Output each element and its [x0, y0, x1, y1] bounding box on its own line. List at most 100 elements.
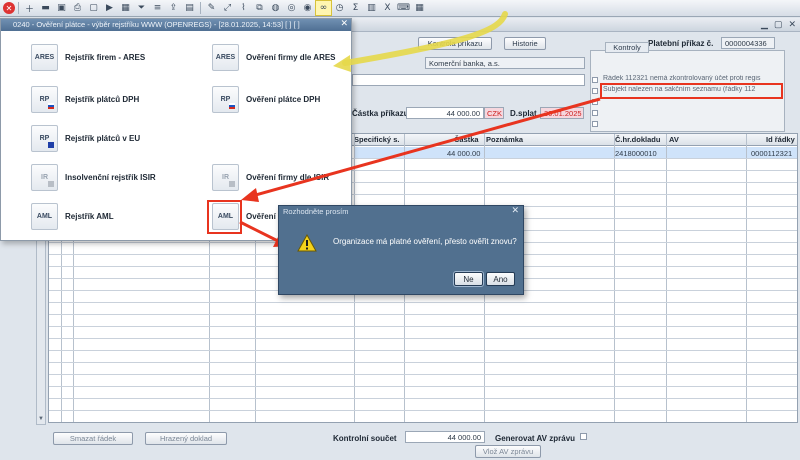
globe-icon[interactable]: ◍ [268, 1, 283, 15]
platebni-prikaz-label: Platební příkaz č. [648, 39, 714, 48]
description-field[interactable] [352, 74, 585, 86]
hrazeny-doklad-button[interactable]: Hrazený doklad [145, 432, 227, 445]
save-icon[interactable]: ▣ [54, 1, 69, 15]
col-id-radky[interactable]: Id řádky [766, 135, 795, 144]
scroll-down-icon[interactable]: ▼ [37, 415, 45, 423]
rejstrik-aml-label: Rejstřík AML [65, 211, 114, 221]
kontrola-checkbox-1[interactable] [592, 77, 598, 83]
platebni-prikaz-field[interactable]: 0000004336 [721, 37, 775, 49]
grid-row-line [49, 350, 797, 351]
report-icon[interactable]: ▤ [182, 1, 197, 15]
smazat-radek-button[interactable]: Smazat řádek [53, 432, 133, 445]
window-icon[interactable]: ⧉ [252, 1, 267, 15]
cell-id-radky[interactable]: 0000112321 [751, 149, 792, 158]
grid-row-line [49, 338, 797, 339]
rejstrik-ares-label: Rejstřík firem - ARES [65, 52, 146, 62]
grid-icon[interactable]: ▦ [412, 1, 427, 15]
cell-castka[interactable]: 44 000.00 [447, 149, 480, 158]
no-button[interactable]: Ne [453, 271, 484, 287]
rejstrik-eu-label: Rejstřík plátců v EU [65, 133, 141, 143]
compass-icon[interactable]: ◎ [284, 1, 299, 15]
minimize-icon[interactable]: ▁ [761, 19, 768, 30]
highlight-aml-button [207, 200, 242, 234]
dialog-close-icon[interactable]: ✕ [511, 206, 519, 216]
overeni-dph-label: Ověření plátce DPH [246, 94, 321, 104]
aml-icon: AML [31, 202, 58, 230]
overeni-isir-label: Ověření firmy dle ISIR [246, 172, 330, 182]
attach-icon[interactable]: ⌇ [236, 1, 251, 15]
overeni-aml-label: Ověření [246, 211, 276, 221]
kontrola-checkbox-3[interactable] [592, 99, 598, 105]
rejstrik-eu-item[interactable]: RP Rejstřík plátců v EU [31, 124, 140, 152]
col-castka[interactable]: Částka [454, 135, 479, 144]
yes-button[interactable]: Ano [486, 272, 515, 286]
currency-field[interactable]: CZK [484, 107, 504, 119]
insolvencni-label: Insolvenční rejstřík ISIR [65, 172, 156, 182]
kontrola-checkbox-4[interactable] [592, 110, 598, 116]
overeni-dph-item[interactable]: RP Ověření plátce DPH [212, 85, 320, 113]
ir-icon: IR [212, 163, 239, 191]
rejstrik-aml-item[interactable]: AML Rejstřík AML [31, 202, 114, 230]
datum-splatnosti-label: D.splat [510, 109, 537, 118]
ares-icon: ARES [212, 43, 239, 71]
castka-prikazu-field[interactable]: 44 000.00 [406, 107, 484, 119]
delete-icon[interactable]: ▬ [38, 1, 53, 15]
kontrola-checkbox-2[interactable] [592, 88, 598, 94]
historie-button[interactable]: Historie [504, 37, 546, 50]
cell-chr-dokladu[interactable]: 2418000010 [615, 149, 657, 158]
insolvencni-item[interactable]: IR Insolvenční rejstřík ISIR [31, 163, 156, 191]
table-row-selected[interactable] [355, 147, 797, 158]
kontrola-prikazu-button[interactable]: Kontrola příkazu [418, 37, 492, 50]
edit-icon[interactable]: ✎ [204, 1, 219, 15]
toolbar-separator [18, 2, 19, 14]
vloz-av-zpravu-button[interactable]: Vlož AV zprávu [475, 445, 541, 458]
col-poznamka[interactable]: Poznámka [486, 135, 523, 144]
close-window-icon[interactable]: ✕ [788, 19, 796, 30]
new-icon[interactable]: ＋ [22, 1, 37, 15]
sum-icon[interactable]: Σ [348, 1, 363, 15]
highlight-kontrola-row [600, 83, 783, 99]
grid-row-line [49, 410, 797, 411]
grid-row-line [49, 374, 797, 375]
toolbar-separator [200, 2, 201, 14]
col-specificky[interactable]: Specifický s. [354, 135, 399, 144]
list-icon[interactable]: ≡ [150, 1, 165, 15]
grid-row-line [49, 326, 797, 327]
generovat-av-checkbox[interactable] [580, 433, 587, 440]
overeni-ares-label: Ověření firmy dle ARES [246, 52, 336, 62]
close-icon[interactable]: ✕ [3, 2, 15, 14]
col-av[interactable]: AV [669, 135, 679, 144]
bank-name-field[interactable]: Komerční banka, a.s. [425, 57, 585, 69]
main-toolbar: ✕ ＋ ▬ ▣ ⎙ ▢ ▶ ▦ ⏷ ≡ ⇪ ▤ ✎ ⤢ ⌇ ⧉ ◍ ◎ ◉ ∞ … [0, 0, 800, 17]
overeni-isir-item[interactable]: IR Ověření firmy dle ISIR [212, 163, 329, 191]
play-icon[interactable]: ▶ [102, 1, 117, 15]
confirm-dialog: Rozhodněte prosím ✕ Organizace má platné… [278, 205, 524, 295]
window-controls: ▁ ▢ ✕ [761, 19, 796, 30]
kontrolni-soucet-field[interactable]: 44 000.00 [405, 431, 485, 443]
link-icon[interactable]: ⤢ [220, 1, 235, 15]
kontrolni-soucet-label: Kontrolní součet [333, 434, 397, 443]
datum-splatnosti-field[interactable]: 30.01.2025 [540, 107, 584, 119]
eye-icon[interactable]: ◉ [300, 1, 315, 15]
excel-icon[interactable]: X [380, 1, 395, 15]
popup-close-icon[interactable]: ✕ [340, 19, 348, 29]
calendar-icon[interactable]: ▦ [118, 1, 133, 15]
rejstrik-dph-item[interactable]: RP Rejstřík plátců DPH [31, 85, 139, 113]
binoculars-icon[interactable]: ∞ [315, 0, 332, 16]
col-chr-dokladu[interactable]: Č.hr.dokladu [615, 135, 660, 144]
maximize-icon[interactable]: ▢ [774, 19, 783, 30]
kontrola-checkbox-5[interactable] [592, 121, 598, 127]
disabled-icon[interactable]: ▢ [86, 1, 101, 15]
keyboard-icon[interactable]: ⌨ [396, 1, 411, 15]
overeni-ares-item[interactable]: ARES Ověření firmy dle ARES [212, 43, 336, 71]
clock-icon[interactable]: ◷ [332, 1, 347, 15]
export-icon[interactable]: ⇪ [166, 1, 181, 15]
filter-icon[interactable]: ⏷ [134, 1, 149, 15]
kontroly-tab[interactable]: Kontroly [605, 42, 649, 53]
rp-cz-icon: RP [31, 85, 58, 113]
calc-icon[interactable]: ▥ [364, 1, 379, 15]
rejstrik-dph-label: Rejstřík plátců DPH [65, 94, 140, 104]
rejstrik-ares-item[interactable]: ARES Rejstřík firem - ARES [31, 43, 145, 71]
print-icon[interactable]: ⎙ [70, 1, 85, 15]
rp-eu-icon: RP [31, 124, 58, 152]
